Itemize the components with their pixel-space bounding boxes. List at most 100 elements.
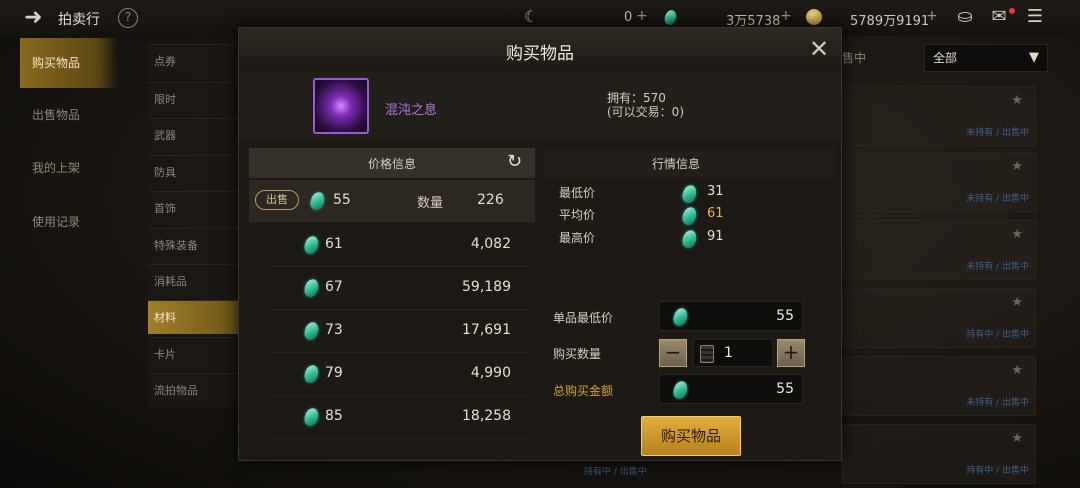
list-item-status: 未持有 / 出售中 (966, 194, 1029, 204)
lowest-price-value: 31 (707, 184, 724, 199)
price-info-header: 价格信息 ↻ (249, 148, 535, 178)
item-name: 混沌之息 (385, 103, 438, 118)
price-row[interactable]: 73 17,691 (271, 310, 531, 353)
currency-c-value: 5789万9191 (850, 14, 930, 29)
price-row[interactable]: 85 18,258 (271, 396, 531, 439)
category-tab[interactable]: 限时 (148, 82, 238, 116)
cake-icon[interactable]: ⛀ (954, 7, 976, 27)
auction-house-screen: ➜ 拍卖行 ? ☾ 0 + 3万5738 + 5789万9191 + ⛀ ✉ ☰… (0, 0, 1080, 488)
category-tab[interactable]: 首饰 (148, 191, 238, 225)
list-item[interactable]: ★ 未持有 / 出售中 (842, 220, 1036, 280)
quantity-input[interactable]: 1 (693, 339, 773, 367)
minus-button[interactable]: − (659, 339, 687, 367)
row-quantity: 18,258 (462, 408, 511, 424)
refresh-icon[interactable]: ↻ (507, 151, 522, 172)
total-amount-label: 总购买金额 (553, 384, 614, 398)
gem-icon (302, 320, 321, 342)
plus-button[interactable]: + (777, 339, 805, 367)
dropdown-value: 全部 (933, 51, 958, 65)
list-item[interactable]: ★ 持有中 / 出售中 (842, 288, 1036, 348)
price-row[interactable]: 79 4,990 (271, 353, 531, 396)
category-tab[interactable]: 消耗品 (148, 264, 238, 298)
list-item[interactable]: ★ 未持有 / 出售中 (842, 152, 1036, 212)
gem-icon (671, 306, 690, 328)
filter-tag[interactable]: 售中 (842, 49, 866, 66)
moon-currency-icon: ☾ (524, 7, 539, 26)
dropdown-arrow-icon: ▼ (1029, 50, 1039, 65)
quantity-value: 1 (724, 345, 733, 361)
chat-icon[interactable]: ☰ (1024, 7, 1046, 27)
category-tab[interactable]: 点券 (148, 44, 238, 78)
star-icon[interactable]: ★ (1011, 227, 1023, 242)
filter-dropdown[interactable]: 全部 ▼ (924, 44, 1048, 72)
category-tab-active[interactable]: 材料 (148, 300, 238, 334)
nav-my-listings[interactable]: 我的上架 (20, 143, 118, 193)
sell-quantity: 226 (477, 192, 504, 208)
price-info-panel: 价格信息 ↻ 出售 55 数量 226 61 4,082 67 59,189 7… (249, 148, 535, 458)
star-icon[interactable]: ★ (1011, 363, 1023, 378)
price-row[interactable]: 67 59,189 (271, 267, 531, 310)
list-item-status: 未持有 / 出售中 (966, 398, 1029, 408)
average-price-label: 平均价 (559, 208, 596, 222)
buy-item-dialog: 购买物品 ✕ 混沌之息 拥有：570 (可以交易：0) 价格信息 ↻ 出售 55… (238, 27, 842, 461)
market-info-panel: 行情信息 最低价 31 平均价 61 最高价 91 单品最低价 55 购买数量 … (543, 148, 835, 458)
star-icon[interactable]: ★ (1011, 295, 1023, 310)
list-item-status: 未持有 / 出售中 (966, 262, 1029, 272)
item-thumbnail-icon[interactable] (313, 78, 369, 134)
average-price-value: 61 (707, 206, 724, 221)
category-tab[interactable]: 特殊装备 (148, 228, 238, 262)
currency-a-value: 0 (624, 10, 633, 25)
sell-row[interactable]: 出售 55 数量 226 (249, 180, 535, 222)
star-icon[interactable]: ★ (1011, 431, 1023, 446)
gem-icon (680, 183, 699, 205)
dialog-header: 购买物品 ✕ (239, 28, 841, 72)
quantity-stepper: − 1 + (659, 339, 805, 369)
nav-usage-records[interactable]: 使用记录 (20, 197, 118, 247)
help-icon[interactable]: ? (118, 8, 138, 28)
dialog-title: 购买物品 (506, 44, 574, 64)
gem-icon (671, 379, 690, 401)
currency-c-add-icon[interactable]: + (926, 8, 938, 24)
category-tab[interactable]: 流拍物品 (148, 373, 238, 407)
nav-sell-items[interactable]: 出售物品 (20, 90, 118, 140)
row-price: 79 (325, 365, 343, 381)
sell-button[interactable]: 出售 (255, 190, 299, 210)
calculator-icon[interactable] (700, 345, 714, 363)
gem-icon (302, 363, 321, 385)
sell-price: 55 (333, 192, 351, 208)
row-quantity: 59,189 (462, 279, 511, 295)
row-quantity: 17,691 (462, 322, 511, 338)
back-arrow-icon[interactable]: ➜ (24, 6, 48, 30)
gem-currency-icon (662, 8, 679, 27)
price-row[interactable]: 61 4,082 (271, 224, 531, 267)
page-title: 拍卖行 (58, 12, 100, 28)
gold-coin-icon (806, 9, 822, 25)
quantity-label: 数量 (417, 196, 444, 211)
gem-icon (302, 406, 321, 428)
nav-buy-items[interactable]: 购买物品 (20, 38, 118, 88)
list-item[interactable]: ★ 未持有 / 出售中 (842, 356, 1036, 416)
category-tab[interactable]: 武器 (148, 118, 238, 152)
purchase-quantity-label: 购买数量 (553, 347, 602, 361)
unit-price-value: 55 (776, 308, 794, 324)
currency-a-add-icon[interactable]: + (636, 8, 648, 24)
peek-status-text: 持有中 / 出售中 (584, 467, 647, 477)
list-item[interactable]: ★ 未持有 / 出售中 (842, 86, 1036, 146)
currency-b-add-icon[interactable]: + (780, 8, 792, 24)
lowest-price-label: 最低价 (559, 186, 596, 200)
buy-item-button[interactable]: 购买物品 (641, 416, 741, 456)
tradable-count: (可以交易：0) (607, 105, 684, 119)
row-price: 73 (325, 322, 343, 338)
category-tab[interactable]: 防具 (148, 155, 238, 189)
close-icon[interactable]: ✕ (809, 37, 829, 61)
gem-icon (680, 228, 699, 250)
list-item-status: 未持有 / 出售中 (966, 128, 1029, 138)
item-owned-info: 拥有：570 (可以交易：0) (607, 91, 684, 119)
row-price: 67 (325, 279, 343, 295)
star-icon[interactable]: ★ (1011, 93, 1023, 108)
list-item[interactable]: ★ 持有中 / 出售中 (842, 424, 1036, 484)
star-icon[interactable]: ★ (1011, 159, 1023, 174)
category-tab[interactable]: 卡片 (148, 337, 238, 371)
mail-icon[interactable]: ✉ (988, 7, 1010, 27)
market-info-header: 行情信息 (543, 148, 835, 178)
